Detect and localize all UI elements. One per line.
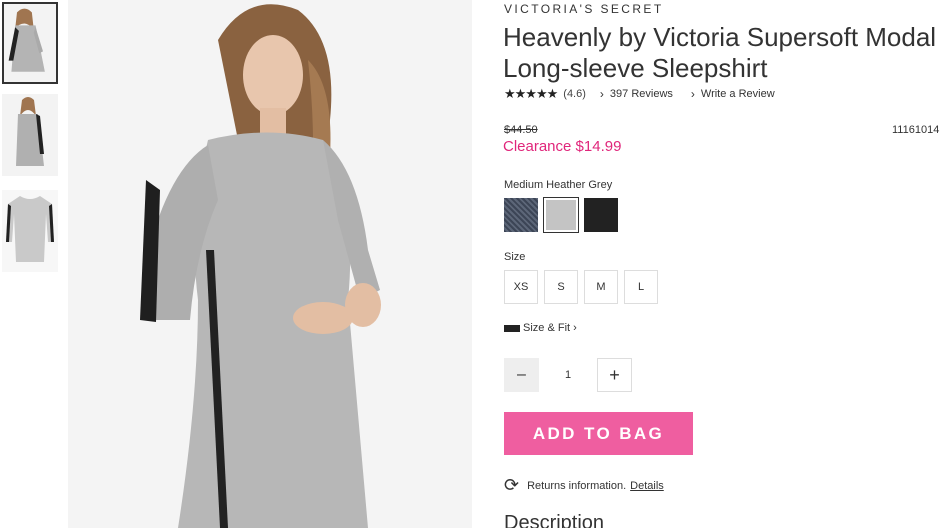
color-label: Medium Heather Grey	[504, 179, 613, 191]
rating-value: (4.6)	[563, 88, 586, 100]
size-option-m[interactable]: M	[584, 270, 618, 304]
thumbnail-2[interactable]	[2, 94, 58, 176]
thumbnail-image-1	[4, 4, 56, 82]
quantity-decrease-button[interactable]: –	[504, 358, 539, 392]
size-option-s[interactable]: S	[544, 270, 578, 304]
returns-details-link[interactable]: Details	[630, 480, 664, 492]
quantity-value[interactable]: 1	[540, 358, 596, 392]
description-heading[interactable]: Description	[504, 512, 604, 528]
star-rating-icon: ★★★★★	[504, 86, 558, 101]
original-price: $44.50	[504, 124, 538, 136]
size-fit-link[interactable]: Size & Fit ›	[504, 322, 577, 334]
product-title: Heavenly by Victoria Supersoft Modal Lon…	[503, 22, 942, 84]
chevron-right-icon: ›	[599, 87, 604, 101]
write-review-link[interactable]: › Write a Review	[691, 87, 775, 101]
product-sku: 11161014	[892, 124, 940, 136]
product-title-line1: Heavenly by Victoria Supersoft Modal	[503, 22, 937, 52]
chevron-right-icon: ›	[573, 322, 577, 334]
chevron-right-icon: ›	[690, 87, 695, 101]
refresh-icon: ⟳	[504, 475, 520, 495]
add-to-bag-button[interactable]: ADD TO BAG	[504, 412, 693, 455]
thumbnail-image-2	[2, 94, 58, 176]
thumbnail-1[interactable]	[2, 2, 58, 84]
ruler-icon	[504, 324, 520, 332]
reviews-link-label: 397 Reviews	[609, 88, 673, 100]
size-label: Size	[504, 251, 526, 263]
product-title-line2: Long-sleeve Sleepshirt	[503, 53, 768, 83]
color-swatch-black[interactable]	[584, 198, 618, 232]
thumbnail-3[interactable]	[2, 190, 58, 272]
reviews-link[interactable]: › 397 Reviews	[600, 87, 673, 101]
quantity-increase-button[interactable]: +	[597, 358, 632, 392]
size-option-xs[interactable]: XS	[504, 270, 538, 304]
thumbnail-image-3	[2, 190, 58, 272]
size-option-l[interactable]: L	[624, 270, 658, 304]
size-fit-label: Size & Fit	[523, 322, 571, 334]
main-product-image[interactable]	[68, 0, 472, 528]
brand-name: VICTORIA'S SECRET	[504, 2, 664, 16]
model-photo	[68, 0, 472, 528]
sale-price: Clearance $14.99	[503, 138, 622, 155]
color-swatch-medium-heather-grey[interactable]	[543, 197, 579, 233]
color-swatch-heather-navy[interactable]	[504, 198, 538, 232]
returns-info: ⟳ Returns information. Details	[504, 475, 664, 496]
write-review-label: Write a Review	[700, 88, 775, 100]
returns-text: Returns information.	[527, 479, 627, 492]
rating-row: ★★★★★ (4.6) › 397 Reviews › Write a Revi…	[504, 86, 793, 102]
